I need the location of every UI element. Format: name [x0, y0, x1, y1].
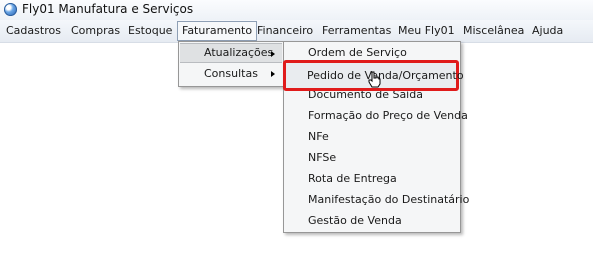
menu-item-label: Pedido de Venda/Orçamento [307, 69, 464, 82]
menu-miscelanea[interactable]: Miscelânea [463, 23, 524, 39]
menu-financeiro[interactable]: Financeiro [257, 23, 313, 39]
menu-ajuda[interactable]: Ajuda [532, 23, 563, 39]
globe-icon [4, 3, 17, 16]
menu-item-label: Atualizações [204, 46, 274, 59]
chevron-right-icon [271, 51, 275, 57]
menu-item-rota-entrega[interactable]: Rota de Entrega [308, 169, 397, 189]
menu-item-atualizacoes[interactable]: Atualizações [180, 43, 282, 63]
menu-item-gestao-venda[interactable]: Gestão de Venda [308, 211, 402, 231]
chevron-right-icon [271, 71, 275, 77]
menu-faturamento[interactable]: Faturamento [177, 21, 258, 41]
menu-item-label: Consultas [204, 67, 258, 80]
menu-meu-fly01[interactable]: Meu Fly01 [398, 23, 455, 39]
menu-item-manifestacao[interactable]: Manifestação do Destinatário [308, 190, 469, 210]
menu-item-nfe[interactable]: NFe [308, 127, 329, 147]
menu-item-nfse[interactable]: NFSe [308, 148, 336, 168]
menu-ferramentas[interactable]: Ferramentas [322, 23, 391, 39]
menu-estoque[interactable]: Estoque [128, 23, 172, 39]
hand-cursor-icon [368, 71, 381, 88]
menu-cadastros[interactable]: Cadastros [6, 23, 61, 39]
title-bar: Fly01 Manufatura e Serviços [0, 0, 593, 20]
menu-item-consultas[interactable]: Consultas [180, 64, 282, 84]
menu-compras[interactable]: Compras [71, 23, 120, 39]
menu-bar: Cadastros Compras Estoque Faturamento Fi… [0, 20, 593, 43]
faturamento-dropdown: Atualizações Consultas [178, 41, 284, 87]
window-title: Fly01 Manufatura e Serviços [22, 2, 194, 16]
menu-item-formacao-preco[interactable]: Formação do Preço de Venda [308, 106, 468, 126]
